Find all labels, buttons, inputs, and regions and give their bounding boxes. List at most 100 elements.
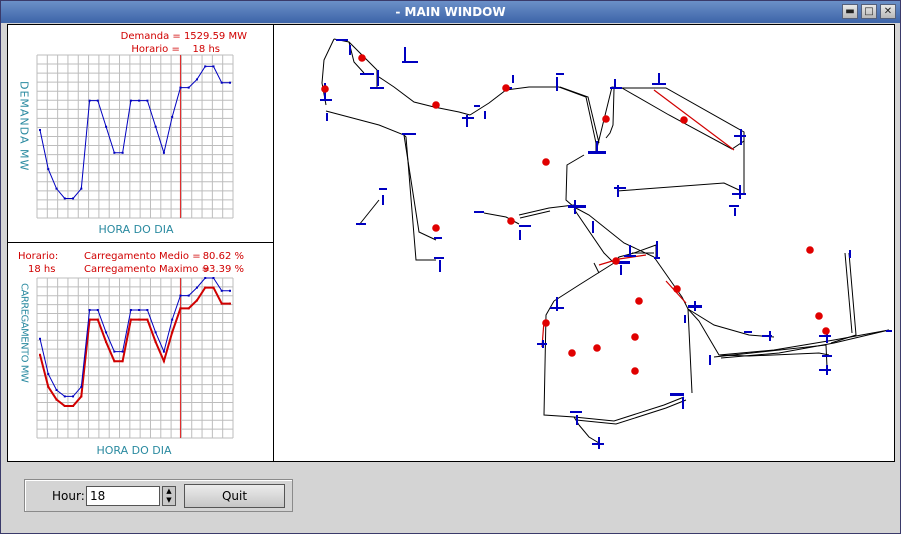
bus-bar [822, 355, 832, 357]
load-point [432, 224, 440, 232]
data-point [55, 187, 58, 190]
bus-bar [326, 113, 328, 121]
data-point [96, 99, 99, 102]
bus-bar [370, 87, 384, 89]
spin-down-icon[interactable]: ▼ [163, 496, 175, 505]
data-point [162, 360, 165, 363]
bus-bar [402, 61, 418, 63]
load-point [432, 101, 440, 109]
network-line [378, 76, 471, 116]
load-point [680, 116, 688, 124]
data-point [39, 353, 41, 356]
data-point [138, 309, 141, 311]
bus-bar [734, 208, 736, 216]
bus-bar [356, 223, 366, 225]
data-point [121, 360, 124, 363]
bus-bar [336, 39, 348, 41]
data-point [80, 187, 83, 190]
data-point [72, 395, 75, 398]
data-point [63, 405, 66, 407]
data-point [187, 294, 190, 297]
data-point [39, 128, 41, 131]
hour-spinner[interactable]: ▲ ▼ [162, 486, 176, 506]
load-maximum-value: 93.39 % [203, 264, 244, 275]
bus-bars [320, 39, 892, 449]
minimize-button[interactable]: ▬ [842, 4, 858, 19]
bus-bar [574, 200, 576, 214]
bus-bar [739, 185, 741, 199]
main-window: - MAIN WINDOW ▬ □ ✕ Demanda = 1529.59 MW… [0, 0, 901, 534]
bus-bar [382, 195, 384, 205]
network-line [687, 308, 830, 357]
data-point [129, 99, 132, 102]
data-point [171, 115, 174, 118]
data-point [179, 86, 182, 89]
data-point [179, 294, 182, 297]
bus-bar [614, 79, 616, 89]
load-points [321, 54, 830, 375]
spin-up-icon[interactable]: ▲ [163, 487, 175, 496]
title-bar[interactable]: - MAIN WINDOW ▬ □ ✕ [1, 1, 900, 23]
transmission-lines [321, 38, 890, 444]
bus-bar [474, 105, 480, 107]
data-point [80, 385, 83, 388]
network-line [573, 206, 655, 258]
demand-hour-text: Horario = 18 hs [131, 44, 220, 55]
data-point [212, 286, 215, 289]
maximize-button[interactable]: □ [861, 4, 877, 19]
data-point [195, 286, 198, 289]
network-line [578, 424, 600, 444]
bus-bar [849, 250, 851, 258]
data-point [146, 318, 149, 321]
overloaded-lines [541, 89, 735, 348]
bus-bar [682, 397, 684, 409]
bus-bar [568, 205, 586, 208]
load-point [593, 344, 601, 352]
load-point [631, 367, 639, 375]
bus-bar [729, 205, 739, 207]
bus-bar [519, 225, 531, 227]
bus-bar [819, 369, 831, 371]
load-average-value: 80.62 % [203, 251, 244, 262]
data-point [171, 318, 174, 321]
close-button[interactable]: ✕ [880, 4, 896, 19]
load-point [822, 327, 830, 335]
network-line [830, 252, 857, 344]
hour-input[interactable] [86, 486, 160, 506]
load-chart: Horario: 18 hs Carregamento Medio = 80.6… [18, 251, 244, 457]
network-line [565, 154, 585, 208]
bus-bar [744, 331, 752, 333]
data-point [47, 168, 50, 171]
data-point [47, 373, 50, 375]
bus-bar [519, 230, 521, 240]
load-point [815, 312, 823, 320]
bus-bar [617, 185, 619, 197]
bus-bar [379, 188, 387, 190]
load-point [542, 319, 550, 327]
data-point [88, 99, 91, 102]
bus-bar [512, 75, 514, 83]
load-point [806, 246, 814, 254]
bus-bar [596, 141, 598, 153]
load-hour-label: Horario: [18, 251, 58, 262]
bus-bar [592, 221, 594, 233]
bus-bar [654, 257, 660, 259]
data-point [162, 350, 165, 353]
bus-bar [542, 340, 544, 348]
network-diagram[interactable] [274, 25, 894, 461]
data-point [39, 337, 41, 340]
data-point [220, 81, 223, 84]
network-line [519, 210, 551, 219]
data-point [229, 81, 231, 84]
bus-bar [629, 245, 631, 255]
network-line [559, 86, 600, 144]
data-point [113, 151, 116, 154]
bus-bar [709, 355, 711, 365]
demand-grid [36, 54, 234, 219]
data-point [195, 78, 198, 81]
hour-label: Hour: [52, 489, 85, 503]
bus-bar [658, 73, 660, 85]
network-line [593, 262, 600, 274]
quit-button[interactable]: Quit [184, 484, 285, 508]
bus-bar [556, 77, 558, 91]
